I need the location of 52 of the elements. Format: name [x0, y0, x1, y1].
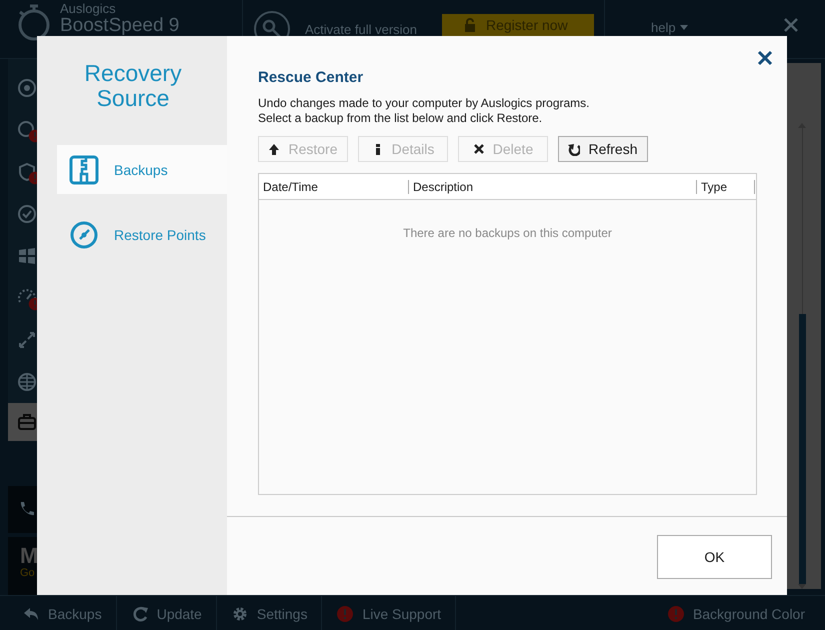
column-header[interactable]: Type	[697, 180, 755, 194]
close-icon	[757, 50, 773, 66]
alert-icon	[336, 604, 354, 622]
source-item[interactable]: Backups	[57, 145, 227, 194]
column-header[interactable]: Date/Time	[259, 180, 409, 194]
close-icon	[472, 142, 485, 156]
description-text: Undo changes made to your computer by Auslogics programs.	[258, 96, 591, 111]
alert-icon	[666, 604, 685, 622]
magnifier-icon	[17, 120, 37, 140]
briefcase-icon	[17, 412, 37, 432]
help-menu[interactable]: help	[651, 20, 688, 35]
source-item[interactable]: Restore Points	[57, 210, 227, 259]
target-icon	[17, 78, 37, 98]
refresh-icon	[568, 142, 580, 156]
product-name: BoostSpeed 9	[60, 16, 180, 35]
footer-tab-label: Live Support	[362, 606, 442, 622]
windows-icon	[17, 246, 37, 266]
footer-tab-label: Update	[156, 606, 202, 622]
footer-tab[interactable]: Backups	[8, 596, 117, 630]
lock-icon	[464, 18, 476, 32]
footer-tab[interactable]: Settings	[216, 596, 322, 630]
arrows-icon	[17, 330, 37, 350]
archive-icon	[69, 154, 99, 184]
footer-tab-label: Background Color	[692, 606, 805, 622]
footer-tab[interactable]: Live Support	[322, 596, 456, 630]
close-button[interactable]	[757, 50, 773, 66]
close-icon[interactable]	[784, 18, 798, 32]
update-icon	[130, 604, 149, 622]
arrow-up-icon	[268, 142, 280, 156]
activate-link[interactable]: Activate full version	[305, 22, 417, 37]
globe-icon	[17, 372, 37, 392]
settings-icon	[230, 604, 249, 622]
brand-name: Auslogics	[60, 2, 117, 15]
empty-message: There are no backups on this computer	[403, 226, 612, 240]
panel-title: Recovery Source	[83, 61, 183, 111]
column-header[interactable]: Description	[409, 180, 697, 194]
dialog-heading: Rescue Center	[258, 69, 364, 86]
stopwatch-icon	[16, 2, 52, 42]
dial-icon	[69, 220, 99, 250]
footer-tab[interactable]: Update	[116, 596, 217, 630]
promo-subtitle: Go	[20, 566, 36, 579]
shield-icon	[17, 162, 37, 182]
description-text: Select a backup from the list below and click Restore.	[258, 111, 544, 126]
toolbar-button[interactable]: Refresh	[558, 136, 648, 162]
caret-icon	[680, 25, 688, 30]
nav-item[interactable]	[8, 403, 37, 441]
ok-button[interactable]: OK	[657, 535, 772, 579]
check-circle-icon	[17, 204, 37, 224]
footer-tab[interactable]: Background Color	[666, 604, 805, 622]
promo-title: M	[20, 544, 37, 567]
footer-tab-label: Backups	[48, 606, 102, 622]
footer-tab-label: Settings	[256, 606, 308, 622]
